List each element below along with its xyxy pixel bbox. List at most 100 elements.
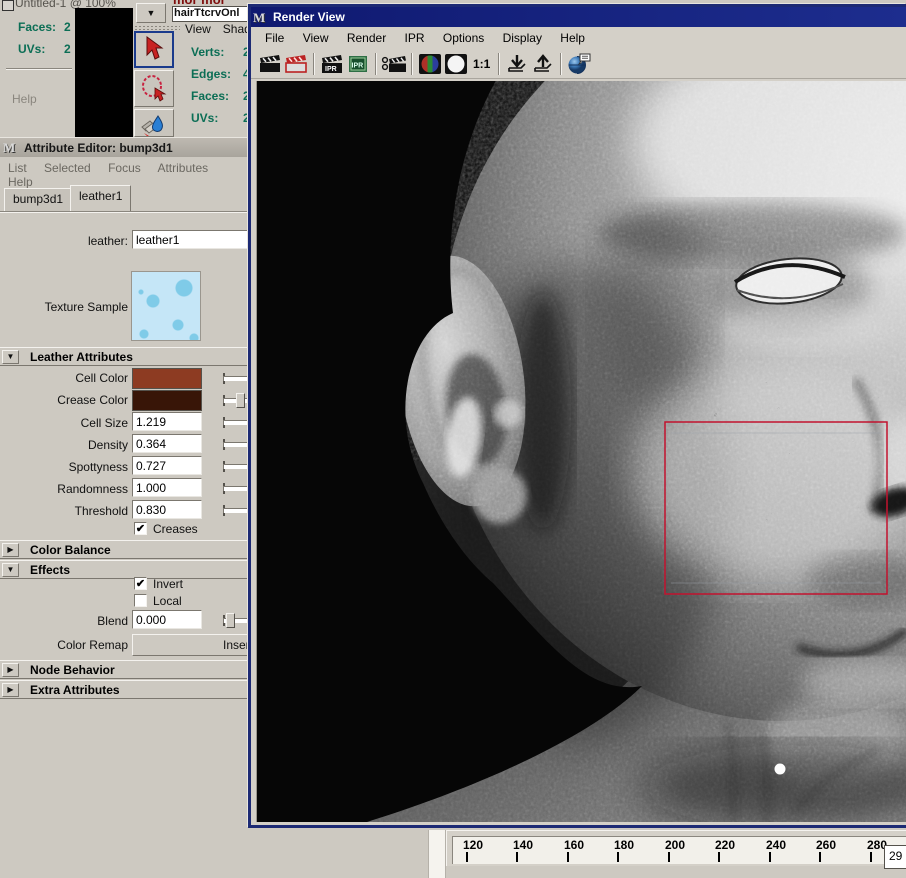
menu-attributes[interactable]: Attributes (157, 161, 208, 175)
rgb-channels-button[interactable] (417, 52, 443, 76)
menu-view[interactable]: View (185, 22, 211, 36)
blend-input[interactable] (132, 610, 202, 629)
ruler-label: 120 (463, 838, 483, 852)
render-region-icon (284, 54, 308, 74)
chevron-down-icon: ▼ (147, 8, 156, 18)
snapshot-button[interactable] (381, 52, 407, 76)
tab-bump3d1[interactable]: bump3d1 (4, 188, 72, 211)
render-globals-button[interactable] (566, 52, 592, 76)
ipr-region-icon: IPR (347, 54, 369, 74)
render-viewport[interactable] (256, 81, 906, 822)
divider (6, 68, 72, 70)
uvs-row: UVs:2 (191, 111, 251, 125)
section-extra-attributes[interactable]: ▶ Extra Attributes (0, 680, 250, 699)
spottyness-input[interactable] (132, 456, 202, 475)
remove-image-button[interactable] (530, 52, 556, 76)
node-name-box[interactable]: hairTtcrvOnl (172, 6, 249, 22)
render-view-titlebar[interactable]: M Render View (251, 7, 906, 27)
render-view-menubar: File View Render IPR Options Display Hel… (251, 27, 906, 49)
horizontal-ruler: 120 140 160 180 200 220 240 260 280 (446, 830, 906, 866)
render-region-button[interactable] (283, 52, 309, 76)
panel-icon (2, 0, 14, 11)
ruler-tick (819, 852, 821, 862)
cell-size-label: Cell Size (4, 416, 128, 430)
ruler-label: 200 (665, 838, 685, 852)
uvs-value: 2 (64, 42, 71, 56)
density-input[interactable] (132, 434, 202, 453)
render-button[interactable] (257, 52, 283, 76)
divider (0, 211, 250, 213)
menu-ipr[interactable]: IPR (405, 31, 425, 45)
real-size-button[interactable]: 1:1 (469, 57, 494, 71)
coordinate-readout[interactable]: 29 (884, 845, 906, 869)
alpha-channel-button[interactable] (443, 52, 469, 76)
section-node-behavior[interactable]: ▶ Node Behavior (0, 660, 250, 679)
collapse-arrow-icon[interactable]: ▶ (2, 543, 19, 557)
collapse-arrow-icon[interactable]: ▼ (2, 350, 19, 364)
cell-size-input[interactable] (132, 412, 202, 431)
attribute-editor-titlebar[interactable]: M Attribute Editor: bump3d1 (0, 137, 250, 157)
section-leather-attributes[interactable]: ▼ Leather Attributes (0, 347, 250, 366)
select-arrow-icon (142, 36, 166, 62)
ruler-label: 140 (513, 838, 533, 852)
section-color-balance[interactable]: ▶ Color Balance (0, 540, 250, 559)
threshold-label: Threshold (4, 504, 128, 518)
ipr-render-icon: IPR (320, 54, 344, 74)
lasso-tool-button[interactable] (134, 70, 174, 107)
menu-list[interactable]: List (8, 161, 27, 175)
leather-label: leather: (4, 234, 128, 248)
splitter-strip[interactable] (428, 830, 446, 878)
keep-image-button[interactable] (504, 52, 530, 76)
section-effects[interactable]: ▼ Effects (0, 560, 250, 579)
snapshot-icon (381, 54, 407, 74)
rendered-head-image (257, 81, 906, 822)
toolbar-separator (498, 53, 500, 75)
menu-help[interactable]: Help (560, 31, 585, 45)
ruler-label: 240 (766, 838, 786, 852)
collapse-arrow-icon[interactable]: ▶ (2, 683, 19, 697)
edges-label: Edges: (191, 67, 231, 81)
menu-selected[interactable]: Selected (44, 161, 91, 175)
panel-dropdown-button[interactable]: ▼ (136, 3, 166, 23)
tool-strip: mor mor hairTtcrvOnl ▼ ViewShading Verts… (133, 0, 248, 137)
image-preview (75, 8, 133, 137)
render-view-title: Render View (273, 10, 345, 24)
leather-name-input[interactable] (132, 230, 248, 249)
verts-row: Verts:2 (191, 45, 251, 59)
collapse-arrow-icon[interactable]: ▶ (2, 663, 19, 677)
threshold-input[interactable] (132, 500, 202, 519)
render-icon (258, 54, 282, 74)
ipr-region-button[interactable]: IPR (345, 52, 371, 76)
svg-text:IPR: IPR (325, 66, 337, 73)
section-title: Extra Attributes (30, 683, 120, 697)
uvs-label: UVs: (18, 42, 45, 56)
menu-render[interactable]: Render (347, 31, 386, 45)
invert-checkbox[interactable]: ✔ (134, 577, 147, 590)
cell-color-swatch[interactable] (132, 368, 202, 389)
menu-options[interactable]: Options (443, 31, 484, 45)
menu-view[interactable]: View (303, 31, 329, 45)
help-label[interactable]: Help (12, 92, 37, 106)
menu-shading[interactable]: Shading (223, 22, 248, 36)
texture-sample-swatch[interactable] (131, 271, 201, 341)
menu-focus[interactable]: Focus (108, 161, 141, 175)
select-tool-button[interactable] (134, 31, 174, 68)
local-checkbox[interactable] (134, 594, 147, 607)
collapse-arrow-icon[interactable]: ▼ (2, 563, 19, 577)
image-view-panel: Untitled-1 @ 100% Faces: 2 UVs: 2 Help (0, 0, 133, 137)
menu-display[interactable]: Display (503, 31, 542, 45)
tab-leather1[interactable]: leather1 (70, 185, 131, 211)
randomness-input[interactable] (132, 478, 202, 497)
creases-checkbox[interactable]: ✔ (134, 522, 147, 535)
attribute-editor-title: Attribute Editor: bump3d1 (24, 141, 173, 155)
spottyness-label: Spottyness (4, 460, 128, 474)
alpha-channel-icon (444, 53, 468, 75)
ipr-render-button[interactable]: IPR (319, 52, 345, 76)
blend-label: Blend (4, 614, 128, 628)
lasso-icon (140, 74, 168, 102)
paint-select-tool-button[interactable] (134, 109, 174, 137)
ruler-tick (617, 852, 619, 862)
crease-color-swatch[interactable] (132, 390, 202, 411)
menu-help[interactable]: Help (8, 175, 33, 189)
menu-file[interactable]: File (265, 31, 284, 45)
